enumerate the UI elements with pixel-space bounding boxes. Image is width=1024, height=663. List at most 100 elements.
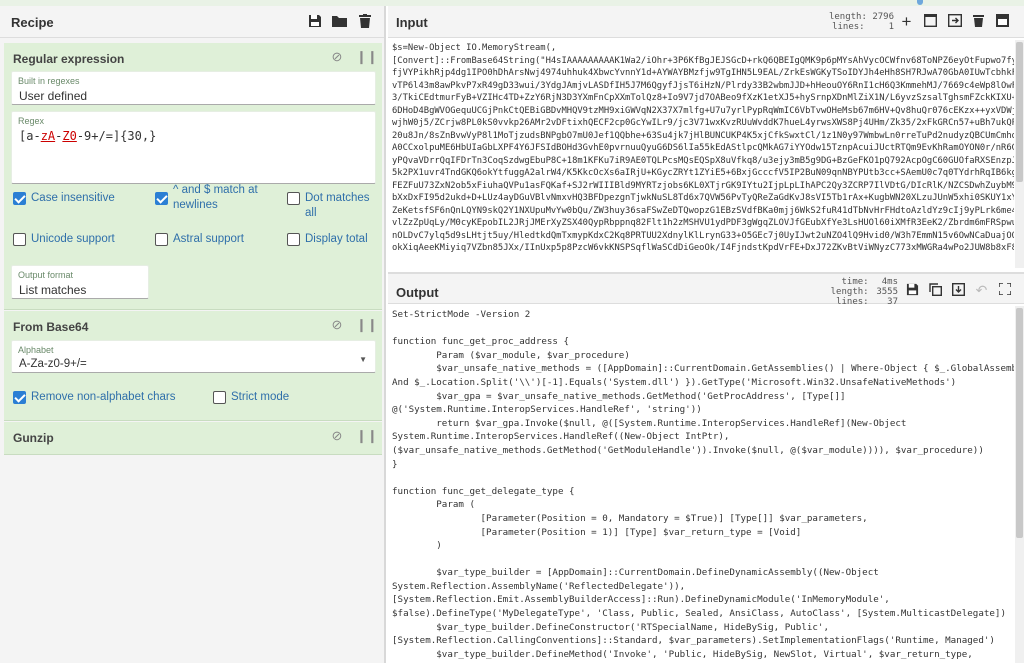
input-line: 5k2PX1uvr4TndGKQ6okYtfuggA2alrW4/K5KkcOc…	[392, 168, 1014, 178]
output-line: ($var_unsafe_native_methods.GetMethod('G…	[392, 444, 984, 456]
input-title: Input	[396, 15, 428, 30]
output-line: System.Reflection.AssemblyName('Reflecte…	[392, 580, 686, 592]
input-length: 2796	[872, 12, 894, 22]
strict-mode-checkbox[interactable]: Strict mode	[213, 390, 289, 405]
unicode-support-checkbox[interactable]: Unicode support	[13, 232, 115, 247]
output-line: And $_.Location.Split('\\')[-1].Equals('…	[392, 376, 957, 388]
input-line: vTP6l43m8awPkvP7xR49gD33wui/3YdgJAmjvLAS…	[392, 80, 1014, 91]
op-title: From Base64	[13, 320, 89, 334]
checkbox-box[interactable]	[287, 233, 300, 246]
disable-icon[interactable]: ⊘	[330, 317, 344, 333]
field-label: Alphabet	[18, 345, 54, 355]
output-lines: 37	[887, 297, 898, 307]
output-line: )	[392, 540, 442, 552]
chevron-down-icon[interactable]: ▼	[359, 355, 367, 364]
checkbox-label: Strict mode	[231, 391, 290, 403]
open-file-icon[interactable]	[947, 13, 962, 29]
input-line: fjVYPikhRjp4dg1IPO0hDhArsNwj4974uhhuk4Xb…	[392, 68, 1014, 78]
output-line: [System.Reflection.CallingConventions]::…	[392, 635, 995, 647]
trash-icon[interactable]	[357, 14, 372, 29]
maximize-icon[interactable]	[997, 282, 1012, 298]
output-format-select[interactable]: Output format List matches	[11, 265, 149, 299]
output-scrollbar[interactable]	[1015, 306, 1024, 663]
folder-icon[interactable]	[332, 14, 347, 29]
op-gunzip: Gunzip ⊘ ❙❙	[4, 422, 382, 455]
op-regular-expression: Regular expression ⊘ ❙❙ Built in regexes…	[4, 43, 382, 310]
checkbox-box[interactable]	[13, 233, 26, 246]
replace-input-icon[interactable]	[951, 282, 966, 298]
checkbox-box[interactable]	[13, 391, 26, 404]
save-icon[interactable]	[307, 14, 322, 29]
input-line: nOLDvC7ylq5d9sLHtjt5uy/HledtkdQmTxmypKdx…	[392, 230, 1014, 241]
disable-icon[interactable]: ⊘	[330, 428, 344, 444]
remove-non-alphabet-checkbox[interactable]: Remove non-alphabet chars	[13, 390, 175, 405]
recipe-pane: Recipe Regular expression ⊘ ❙❙ Built in …	[0, 6, 386, 663]
case-insensitive-checkbox[interactable]: Case insensitive	[13, 191, 115, 206]
input-line: okXiqAeeKMiyiq7VZbn85JXx/IInUxp5p8PzcW6v…	[392, 243, 1014, 253]
undo-icon[interactable]: ↶	[974, 283, 989, 298]
field-label: Regex	[18, 116, 45, 126]
input-line: A0CCxolpuME6HbUIaGbLXPF4Y6JFSIdBOHd3GvhE…	[392, 143, 1014, 153]
op-title: Gunzip	[13, 431, 54, 445]
stat-label: length:	[830, 287, 869, 297]
dot-matches-all-checkbox[interactable]: Dot matches all	[287, 191, 382, 221]
scrollbar-thumb[interactable]	[1016, 308, 1023, 538]
checkbox-box[interactable]	[155, 192, 168, 205]
scrollbar-thumb[interactable]	[1016, 42, 1023, 182]
op-from-base64: From Base64 ⊘ ❙❙ Alphabet A-Za-z0-9+/= ▼…	[4, 311, 382, 421]
output-line: $false).DefineType('MyDelegateType', 'Cl…	[392, 608, 1006, 620]
disable-icon[interactable]: ⊘	[330, 49, 344, 65]
stat-label: time:	[841, 277, 869, 287]
window-icon[interactable]	[923, 13, 938, 29]
output-line: return $var_gpa.Invoke($null, @([System.…	[392, 417, 907, 429]
field-value: List matches	[19, 283, 87, 297]
astral-support-checkbox[interactable]: Astral support	[155, 232, 244, 247]
input-header: Input length: 2796 lines: 1 +	[388, 6, 1024, 38]
output-line: $var_gpa = $var_unsafe_native_methods.Ge…	[392, 390, 846, 402]
output-time: 4ms	[881, 277, 898, 287]
checkbox-label: Dot matches all	[305, 192, 370, 219]
checkbox-box[interactable]	[155, 233, 168, 246]
output-line: Set-StrictMode -Version 2	[392, 309, 531, 320]
input-line: [Convert]::FromBase64String("H4sIAAAAAAA…	[392, 55, 1014, 66]
regex-part: -9+/=]{30,}	[76, 129, 157, 143]
input-lines: 1	[888, 22, 894, 32]
builtin-regex-select[interactable]: Built in regexes User defined	[11, 71, 376, 105]
regex-part: [a-	[19, 129, 41, 143]
pause-icon[interactable]: ❙❙	[356, 428, 378, 444]
checkbox-box[interactable]	[213, 391, 226, 404]
copy-icon[interactable]	[928, 283, 943, 298]
add-icon[interactable]: +	[899, 13, 914, 30]
save-icon[interactable]	[905, 283, 920, 298]
display-total-checkbox[interactable]: Display total	[287, 232, 368, 247]
input-text[interactable]: $s=New-Object IO.MemoryStream(, [Convert]…	[392, 42, 1014, 268]
output-line: }	[392, 458, 398, 470]
layout-icon[interactable]	[995, 14, 1010, 29]
field-label: Output format	[18, 270, 74, 280]
stat-label: lines:	[836, 297, 869, 307]
output-line: [Parameter(Position = 0, Mandatory = $Tr…	[392, 512, 868, 524]
checkbox-box[interactable]	[287, 192, 300, 205]
input-line: 6DHoD4BgWVOGequUCGjPnkCtQEBiGBDvMHQV9tzM…	[392, 105, 1014, 116]
regex-field[interactable]: Regex [a-zA-Z0-9+/=]{30,}	[11, 111, 376, 184]
output-header: Output time: 4ms length: 3555 lines: 37 …	[388, 274, 1024, 307]
input-line: vlZzZpUqLy/M0cyKEpobIL2JRjJMErXyZSX40Qyp…	[392, 218, 1014, 228]
input-line: 20u8Jn/8sZnBvwVyP8l1MoTjzudsBNPgbO7mU0Je…	[392, 130, 1014, 141]
multiline-checkbox[interactable]: ^ and $ match at newlines	[155, 183, 285, 213]
pause-icon[interactable]: ❙❙	[356, 317, 378, 333]
alphabet-select[interactable]: Alphabet A-Za-z0-9+/= ▼	[11, 340, 376, 373]
output-title: Output	[396, 285, 439, 300]
regex-part-highlight: zA	[40, 129, 56, 143]
pause-icon[interactable]: ❙❙	[356, 49, 378, 65]
input-scrollbar[interactable]	[1015, 40, 1024, 268]
top-indicator	[917, 0, 923, 5]
output-line: $var_type_builder.DefineConstructor('RTS…	[392, 621, 829, 633]
output-line: [Parameter(Position = 1)] [Type] $var_re…	[392, 526, 802, 538]
recipe-header: Recipe	[0, 6, 384, 38]
trash-icon[interactable]	[971, 14, 986, 29]
output-text[interactable]: Set-StrictMode -Version 2 function func_…	[392, 308, 1014, 663]
checkbox-box[interactable]	[13, 192, 26, 205]
